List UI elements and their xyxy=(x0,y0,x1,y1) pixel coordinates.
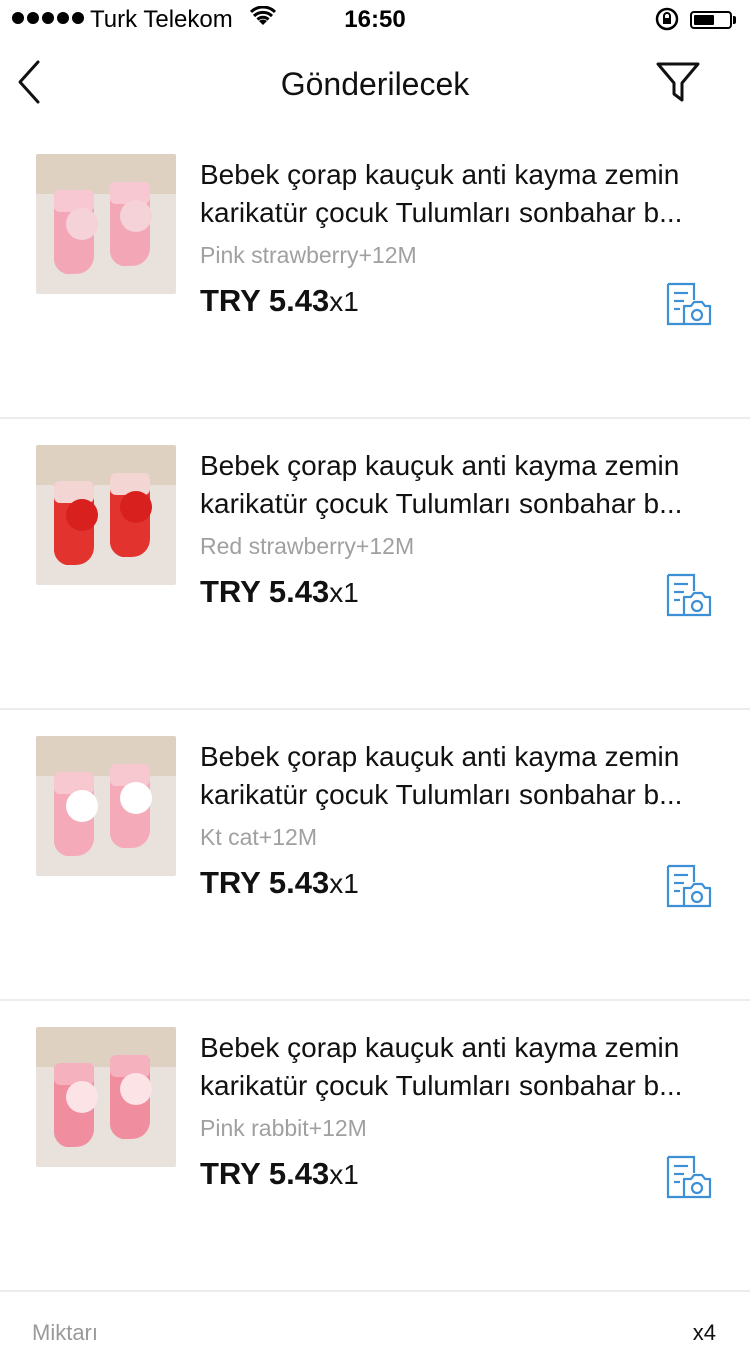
product-title[interactable]: Bebek çorap kauçuk anti kayma zemin kari… xyxy=(200,447,720,523)
filter-button[interactable] xyxy=(654,58,702,106)
product-title-line1: Bebek çorap kauçuk anti kayma zemin xyxy=(200,1032,680,1063)
product-price: TRY 5.43x1 xyxy=(200,283,359,319)
product-title[interactable]: Bebek çorap kauçuk anti kayma zemin kari… xyxy=(200,1029,720,1105)
order-item[interactable]: Bebek çorap kauçuk anti kayma zemin kari… xyxy=(0,710,750,1001)
product-title[interactable]: Bebek çorap kauçuk anti kayma zemin kari… xyxy=(200,738,720,814)
filter-icon xyxy=(656,62,700,102)
status-bar: Turk Telekom 16:50 xyxy=(0,0,750,40)
photo-review-button[interactable] xyxy=(664,862,712,910)
summary-row: Miktarı x4 xyxy=(0,1296,750,1345)
product-thumbnail[interactable] xyxy=(36,1027,176,1167)
price-amount: TRY 5.43 xyxy=(200,1156,330,1191)
product-title-line2: karikatür çocuk Tulumları sonbahar b... xyxy=(200,779,683,810)
product-price: TRY 5.43x1 xyxy=(200,865,359,901)
product-title-line2: karikatür çocuk Tulumları sonbahar b... xyxy=(200,197,683,228)
item-quantity: x1 xyxy=(329,868,359,899)
quantity-label: Miktarı xyxy=(32,1320,98,1345)
photo-review-button[interactable] xyxy=(664,1153,712,1201)
document-camera-icon xyxy=(666,573,712,617)
product-title-line2: karikatür çocuk Tulumları sonbahar b... xyxy=(200,488,683,519)
product-variant: Red strawberry+12M xyxy=(200,533,415,559)
product-price: TRY 5.43x1 xyxy=(200,574,359,610)
price-amount: TRY 5.43 xyxy=(200,574,330,609)
product-title-line2: karikatür çocuk Tulumları sonbahar b... xyxy=(200,1070,683,1101)
nav-bar: Gönderilecek xyxy=(0,40,750,128)
item-quantity: x1 xyxy=(329,286,359,317)
document-camera-icon xyxy=(666,864,712,908)
document-camera-icon xyxy=(666,1155,712,1199)
product-variant: Pink rabbit+12M xyxy=(200,1115,367,1141)
document-camera-icon xyxy=(666,282,712,326)
product-price: TRY 5.43x1 xyxy=(200,1156,359,1192)
price-amount: TRY 5.43 xyxy=(200,865,330,900)
product-thumbnail[interactable] xyxy=(36,154,176,294)
product-title-line1: Bebek çorap kauçuk anti kayma zemin xyxy=(200,450,680,481)
battery-tip xyxy=(733,16,736,24)
product-variant: Kt cat+12M xyxy=(200,824,317,850)
product-variant: Pink strawberry+12M xyxy=(200,242,417,268)
item-quantity: x1 xyxy=(329,577,359,608)
photo-review-button[interactable] xyxy=(664,280,712,328)
product-title[interactable]: Bebek çorap kauçuk anti kayma zemin kari… xyxy=(200,156,720,232)
order-item[interactable]: Bebek çorap kauçuk anti kayma zemin kari… xyxy=(0,419,750,710)
clock-time: 16:50 xyxy=(344,6,406,33)
product-thumbnail[interactable] xyxy=(36,736,176,876)
item-quantity: x1 xyxy=(329,1159,359,1190)
order-item[interactable]: Bebek çorap kauçuk anti kayma zemin kari… xyxy=(0,1001,750,1292)
order-item[interactable]: Bebek çorap kauçuk anti kayma zemin kari… xyxy=(0,128,750,419)
product-title-line1: Bebek çorap kauçuk anti kayma zemin xyxy=(200,159,680,190)
product-title-line1: Bebek çorap kauçuk anti kayma zemin xyxy=(200,741,680,772)
photo-review-button[interactable] xyxy=(664,571,712,619)
rotation-lock-icon xyxy=(654,6,680,39)
quantity-total: x4 xyxy=(692,1320,716,1345)
page-title: Gönderilecek xyxy=(280,66,470,102)
price-amount: TRY 5.43 xyxy=(200,283,330,318)
product-thumbnail[interactable] xyxy=(36,445,176,585)
battery-icon xyxy=(690,11,732,29)
